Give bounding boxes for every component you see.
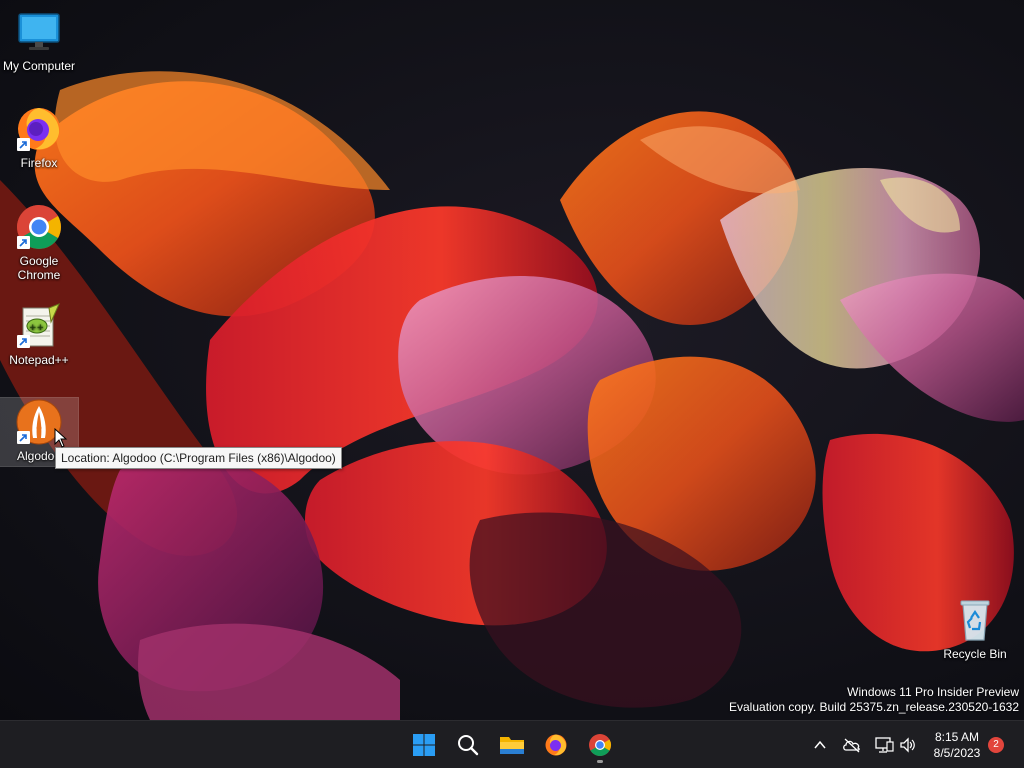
desktop-icon-label: Google Chrome xyxy=(17,254,61,282)
desktop-icon-label: Notepad++ xyxy=(9,353,69,367)
desktop[interactable]: My Computer Firefox Google Chrome ++ Not… xyxy=(0,0,1024,720)
tooltip: Location: Algodoo (C:\Program Files (x86… xyxy=(55,447,342,469)
desktop-icon-firefox[interactable]: Firefox xyxy=(0,105,78,170)
firefox-icon xyxy=(15,105,63,153)
chrome-icon xyxy=(15,203,63,251)
svg-text:++: ++ xyxy=(29,323,44,333)
windows-start-icon xyxy=(413,734,435,756)
chevron-up-icon xyxy=(814,740,826,749)
monitor-icon xyxy=(15,8,63,56)
search-icon xyxy=(458,735,479,756)
shortcut-arrow-icon xyxy=(17,236,30,249)
onedrive-tray-button[interactable] xyxy=(840,733,864,757)
onedrive-offline-icon xyxy=(843,738,860,753)
notification-badge[interactable]: 2 xyxy=(988,737,1004,753)
notepadpp-icon: ++ xyxy=(15,302,63,350)
desktop-icon-label: Recycle Bin xyxy=(943,647,1007,661)
network-tray-button[interactable] xyxy=(872,733,896,757)
taskbar-firefox-button[interactable] xyxy=(536,725,576,765)
wallpaper-image xyxy=(0,71,1024,720)
desktop-icon-my-computer[interactable]: My Computer xyxy=(0,8,78,73)
folder-icon xyxy=(500,737,524,754)
desktop-icon-notepad-plus-plus[interactable]: ++ Notepad++ xyxy=(0,302,78,367)
desktop-icon-google-chrome[interactable]: Google Chrome xyxy=(0,203,78,282)
firefox-icon xyxy=(545,734,567,756)
shortcut-arrow-icon xyxy=(17,138,30,151)
desktop-icon-recycle-bin[interactable]: Recycle Bin xyxy=(936,596,1014,661)
clock-button[interactable]: 8:15 AM 8/5/2023 xyxy=(924,729,990,761)
running-indicator xyxy=(597,760,603,763)
taskbar: 8:15 AM 8/5/2023 2 xyxy=(0,720,1024,768)
chrome-icon xyxy=(589,734,611,756)
volume-tray-button[interactable] xyxy=(896,733,920,757)
network-icon xyxy=(875,737,894,753)
shortcut-arrow-icon xyxy=(17,335,30,348)
watermark-line-2: Evaluation copy. Build 25375.zn_release.… xyxy=(729,700,1019,714)
shortcut-arrow-icon xyxy=(17,431,30,444)
start-button[interactable] xyxy=(404,725,444,765)
file-explorer-button[interactable] xyxy=(492,725,532,765)
desktop-icon-label: My Computer xyxy=(2,59,76,73)
evaluation-watermark: Windows 11 Pro Insider Preview Evaluatio… xyxy=(729,685,1019,715)
show-hidden-icons-button[interactable] xyxy=(808,733,832,757)
mouse-cursor-icon xyxy=(54,428,68,448)
recycle-bin-icon xyxy=(951,596,999,644)
taskbar-chrome-button[interactable] xyxy=(580,725,620,765)
speaker-icon xyxy=(900,737,915,753)
clock-time: 8:15 AM xyxy=(934,730,980,744)
desktop-icon-label: Firefox xyxy=(20,156,58,170)
watermark-line-1: Windows 11 Pro Insider Preview xyxy=(847,685,1019,699)
clock-date: 8/5/2023 xyxy=(933,746,981,760)
search-button[interactable] xyxy=(448,725,488,765)
